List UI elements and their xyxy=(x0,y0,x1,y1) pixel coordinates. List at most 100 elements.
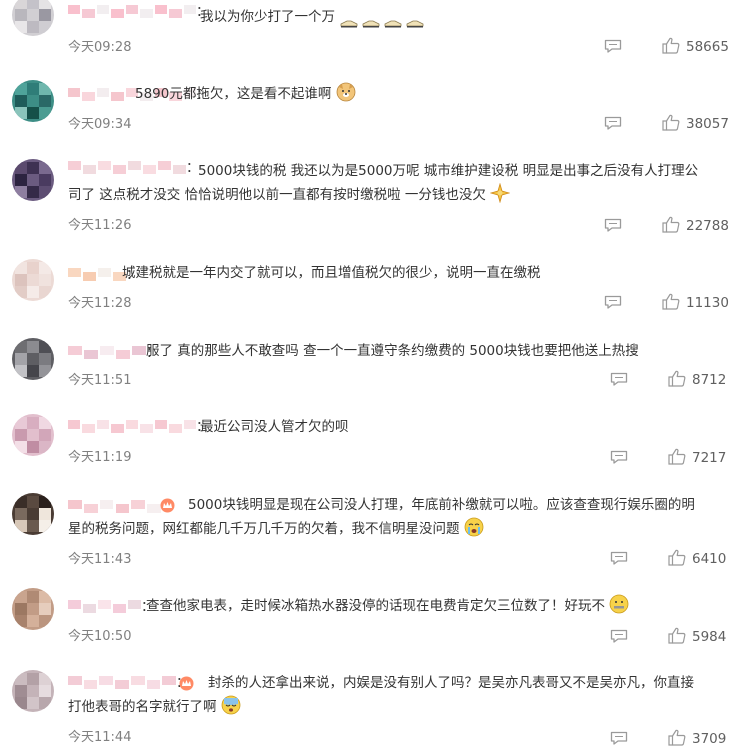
username-pixel xyxy=(111,424,124,433)
thumbs-up-icon[interactable] xyxy=(668,370,686,387)
username-pixel xyxy=(154,420,168,429)
comment-item: ： 查查他家电表，走时候冰箱热水器没停的话现在电费肯定欠三位数了！好玩不 今天1… xyxy=(0,588,746,660)
comment-time: 今天11:51 xyxy=(68,373,132,388)
username-pixel xyxy=(125,5,139,14)
avatar-pixel xyxy=(15,353,27,365)
avatar-pixel xyxy=(39,83,51,95)
username-blurred[interactable]: ： xyxy=(68,266,140,284)
thumbs-up-icon[interactable] xyxy=(662,216,680,233)
comment-text: 城建税就是一年内交了就可以，而且增值税欠的很少，说明一直在缴税 xyxy=(122,265,541,281)
thumbs-up-icon[interactable] xyxy=(662,37,680,54)
username-pixel xyxy=(169,9,182,18)
username-pixel xyxy=(154,5,168,14)
avatar-pixel xyxy=(15,0,27,9)
comment-item: ： 服了 真的那些人不敢查吗 查一个一直遵守条约缴费的 5000块钱也要把他送上… xyxy=(0,334,746,412)
avatar[interactable] xyxy=(12,670,54,712)
avatar-pixel xyxy=(39,496,51,508)
comment-text-line: 封杀的人还拿出来说，内娱是没有别人了吗？是吴亦凡表哥又不是吴亦凡，你直接 xyxy=(208,675,694,691)
like-count[interactable]: 7217 xyxy=(692,450,726,466)
comment-icon[interactable] xyxy=(604,38,622,53)
thumbs-up-icon[interactable] xyxy=(668,627,686,644)
comment-text-row: 服了 真的那些人不敢查吗 查一个一直遵守条约缴费的 5000块钱也要把他送上热搜 xyxy=(146,339,726,363)
avatar-pixel xyxy=(39,274,51,286)
avatar-pixel xyxy=(39,186,51,198)
avatar-pixel xyxy=(39,673,51,685)
username-pixel xyxy=(68,600,81,609)
username-blurred[interactable]: ： xyxy=(68,3,210,21)
avatar-pixel xyxy=(27,162,39,174)
avatar[interactable] xyxy=(12,414,54,456)
like-count[interactable]: 3709 xyxy=(692,731,726,747)
avatar-pixel xyxy=(27,496,39,508)
avatar-pixel xyxy=(27,508,39,520)
comment-text-row: 我以为你少打了一个万 xyxy=(200,5,726,29)
username-pixel xyxy=(84,350,98,359)
comment-text-row: 查查他家电表，走时候冰箱热水器没停的话现在电费肯定欠三位数了！好玩不 xyxy=(146,594,726,618)
avatar[interactable] xyxy=(12,80,54,122)
username-pixel xyxy=(111,92,124,101)
avatar-pixel xyxy=(39,417,51,429)
comment-text-row: 司了 这点税才没交 恰恰说明他以前一直都有按时缴税啦 一分钱也没欠 xyxy=(68,182,726,207)
like-count[interactable]: 5984 xyxy=(692,629,726,645)
username-pixel xyxy=(125,420,139,429)
avatar-pixel xyxy=(39,685,51,697)
thumbs-up-icon[interactable] xyxy=(668,549,686,566)
comment-icon[interactable] xyxy=(604,294,622,309)
avatar-pixel xyxy=(15,591,27,603)
avatar-pixel xyxy=(39,441,51,453)
like-count[interactable]: 8712 xyxy=(692,372,726,388)
thumbs-up-icon[interactable] xyxy=(662,114,680,131)
avatar-pixel xyxy=(27,673,39,685)
comment-time: 今天11:44 xyxy=(68,730,132,745)
avatar-pixel xyxy=(39,0,51,9)
avatar[interactable] xyxy=(12,493,54,535)
avatar[interactable] xyxy=(12,259,54,301)
avatar[interactable] xyxy=(12,159,54,201)
comment-time: 今天09:28 xyxy=(68,40,132,55)
like-count[interactable]: 11130 xyxy=(686,295,729,311)
comment-text-row: 5000块钱的税 我还以为是5000万呢 城市维护建设税 明显是出事之后没有人打… xyxy=(68,159,726,183)
avatar-pixel xyxy=(39,697,51,709)
comment-icon[interactable] xyxy=(610,449,628,464)
username-pixel xyxy=(96,5,110,14)
like-count[interactable]: 38057 xyxy=(686,116,729,132)
username-pixel xyxy=(68,5,81,14)
username-pixel xyxy=(68,268,81,277)
thumbs-up-icon[interactable] xyxy=(668,448,686,465)
comment-text-line: 5000块钱的税 我还以为是5000万呢 城市维护建设税 明显是出事之后没有人打… xyxy=(198,163,699,179)
username-blurred[interactable]: ： xyxy=(68,418,210,436)
avatar[interactable] xyxy=(12,338,54,380)
comment-icon[interactable] xyxy=(610,550,628,565)
comment-icon[interactable] xyxy=(610,371,628,386)
comment-text-row: 打他表哥的名字就行了啊 xyxy=(68,695,726,719)
comment-text-row: 5890元都拖欠，这是看不起谁啊 xyxy=(135,82,726,106)
thumbs-up-icon[interactable] xyxy=(668,729,686,746)
username-pixel xyxy=(111,9,124,18)
avatar-pixel xyxy=(39,286,51,298)
username-blurred[interactable]: ： xyxy=(68,344,160,362)
like-count[interactable]: 58665 xyxy=(686,39,729,55)
like-count[interactable]: 22788 xyxy=(686,218,729,234)
avatar-pixel xyxy=(27,685,39,697)
comment-icon[interactable] xyxy=(610,730,628,745)
comment-icon[interactable] xyxy=(604,115,622,130)
username-pixel xyxy=(183,420,196,429)
comment-icon[interactable] xyxy=(604,217,622,232)
username-pixel xyxy=(68,420,81,429)
like-count[interactable]: 6410 xyxy=(692,551,726,567)
avatar-pixel xyxy=(15,615,27,627)
avatar[interactable] xyxy=(12,0,54,36)
avatar-pixel xyxy=(27,95,39,107)
username-pixel xyxy=(113,604,126,613)
avatar[interactable] xyxy=(12,588,54,630)
thumbs-up-icon[interactable] xyxy=(662,293,680,310)
username-pixel xyxy=(82,92,95,101)
username-blurred[interactable]: ： xyxy=(68,598,155,616)
comment-item: ： 最近公司没人管才欠的呗 今天11:19 7217 xyxy=(0,412,746,488)
comment-icon[interactable] xyxy=(610,628,628,643)
comment-time: 今天10:50 xyxy=(68,629,132,644)
username-pixel xyxy=(169,424,182,433)
username-pixel xyxy=(140,9,153,18)
username-pixel xyxy=(96,420,110,429)
avatar-pixel xyxy=(15,417,27,429)
